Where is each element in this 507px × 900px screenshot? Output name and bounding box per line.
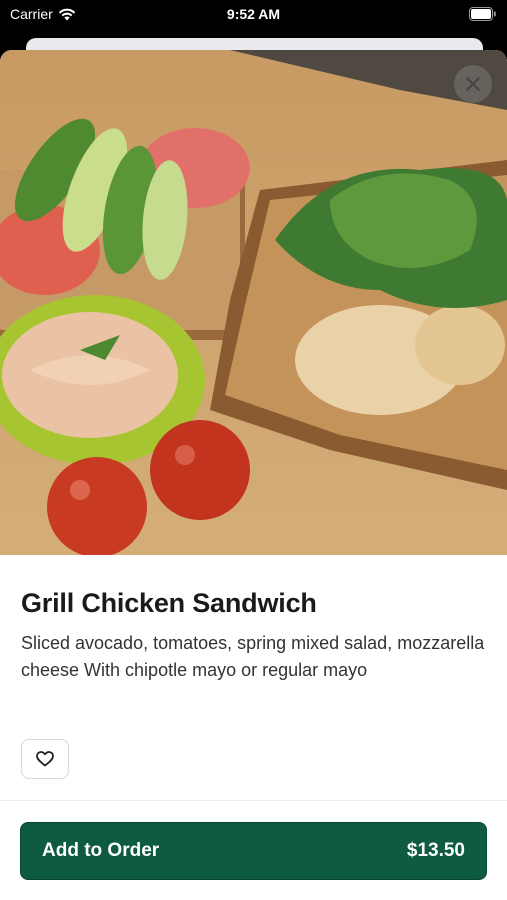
product-title: Grill Chicken Sandwich <box>21 588 317 618</box>
add-to-order-button[interactable]: Add to Order $13.50 <box>20 822 487 880</box>
close-icon <box>466 77 480 91</box>
add-to-order-label: Add to Order <box>42 840 160 861</box>
product-sheet: Grill Chicken Sandwich Sliced avocado, t… <box>0 50 507 900</box>
product-image <box>0 50 507 557</box>
favorite-button[interactable] <box>21 739 69 779</box>
status-bar: Carrier 9:52 AM <box>0 0 507 30</box>
close-button[interactable] <box>454 65 492 103</box>
heart-icon <box>36 751 54 767</box>
battery-icon <box>469 7 497 24</box>
status-time: 9:52 AM <box>226 6 281 22</box>
price-label: $13.50 <box>406 840 465 861</box>
product-description: Sliced avocado, tomatoes, spring mixed s… <box>21 633 485 680</box>
divider <box>0 800 507 801</box>
